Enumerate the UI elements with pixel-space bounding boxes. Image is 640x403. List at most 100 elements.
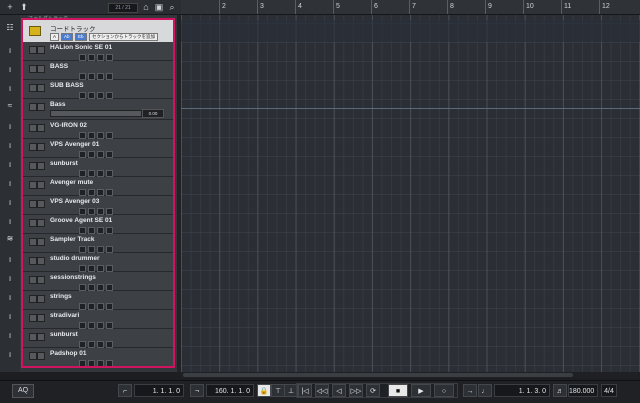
volume-fader[interactable] [50,110,142,117]
volume-value[interactable]: 0.00 [142,109,164,118]
monitor-button[interactable] [88,132,95,139]
read-button[interactable] [97,170,104,177]
read-button[interactable] [97,341,104,348]
edit-button[interactable] [106,284,113,291]
record-enable-button[interactable] [79,189,86,196]
cycle-button[interactable]: ⟳ [366,384,380,397]
signature-field[interactable]: 4/4 [601,384,617,397]
chord-eb-button[interactable]: Eb [75,33,87,41]
solo-button[interactable] [37,124,45,132]
monitor-button[interactable] [88,284,95,291]
edit-button[interactable] [106,189,113,196]
read-button[interactable] [97,189,104,196]
solo-button[interactable] [37,200,45,208]
monitor-button[interactable] [88,265,95,272]
edit-button[interactable] [106,151,113,158]
track-row[interactable]: BASS [23,61,173,80]
monitor-button[interactable] [88,341,95,348]
read-button[interactable] [97,92,104,99]
edit-button[interactable] [106,208,113,215]
read-button[interactable] [97,73,104,80]
record-enable-button[interactable] [79,360,86,367]
mute-button[interactable] [29,84,37,92]
record-enable-button[interactable] [79,246,86,253]
right-locator-icon[interactable]: ¬ [190,384,204,397]
track-row[interactable]: sunburst [23,329,173,348]
edit-button[interactable] [106,246,113,253]
monitor-button[interactable] [88,151,95,158]
click-icon[interactable]: ♬ [553,384,567,397]
read-button[interactable] [97,132,104,139]
mute-button[interactable] [29,162,37,170]
mute-button[interactable] [29,314,37,322]
solo-button[interactable] [37,238,45,246]
solo-button[interactable] [37,143,45,151]
edit-button[interactable] [106,341,113,348]
chord-ab-button[interactable]: Ab [61,33,73,41]
record-enable-button[interactable] [79,284,86,291]
record-enable-button[interactable] [79,92,86,99]
mute-button[interactable] [29,219,37,227]
chord-track-lane[interactable] [181,20,640,42]
mute-button[interactable] [29,143,37,151]
edit-button[interactable] [106,132,113,139]
read-button[interactable] [97,227,104,234]
solo-button[interactable] [37,333,45,341]
lock-icon[interactable]: 🔒 [257,384,271,397]
scroll-thumb[interactable] [183,373,573,377]
read-button[interactable] [97,208,104,215]
position-display[interactable]: 1. 1. 3. 0 [494,384,550,397]
mute-button[interactable] [29,181,37,189]
previous-marker-button[interactable]: ◁◁ [315,384,329,397]
project-arrange-area[interactable] [181,15,640,372]
mute-button[interactable] [29,46,37,54]
track-row[interactable]: HALion Sonic SE 01 [23,42,173,61]
monitor-button[interactable] [88,227,95,234]
mute-button[interactable] [29,124,37,132]
tempo-field[interactable]: 180.000 [568,384,598,397]
read-button[interactable] [97,265,104,272]
read-button[interactable] [97,151,104,158]
add-track-button[interactable]: + [4,2,16,12]
chord-track[interactable]: コードトラック A Ab Eb セクションからトラックを追加 [23,20,173,42]
home-icon[interactable]: ⌂ [140,2,152,12]
edit-button[interactable] [106,170,113,177]
edit-button[interactable] [106,54,113,61]
read-button[interactable] [97,284,104,291]
mute-button[interactable] [29,295,37,303]
record-enable-button[interactable] [79,303,86,310]
mute-button[interactable] [29,257,37,265]
search-icon[interactable]: ⌕ [166,2,178,12]
solo-button[interactable] [37,352,45,360]
solo-button[interactable] [37,181,45,189]
record-enable-button[interactable] [79,54,86,61]
record-enable-button[interactable] [79,208,86,215]
edit-button[interactable] [106,227,113,234]
mute-button[interactable] [29,333,37,341]
rewind-start-button[interactable]: |◁ [298,384,312,397]
record-enable-button[interactable] [79,322,86,329]
track-row[interactable]: studio drummer [23,253,173,272]
track-row[interactable]: stradivari [23,310,173,329]
edit-button[interactable] [106,360,113,367]
solo-button[interactable] [37,295,45,303]
solo-button[interactable] [37,84,45,92]
edit-button[interactable] [106,92,113,99]
mute-button[interactable] [29,238,37,246]
monitor-button[interactable] [88,246,95,253]
mute-button[interactable] [29,65,37,73]
rewind-button[interactable]: ◁ [332,384,346,397]
track-row[interactable]: Sampler Track [23,234,173,253]
read-button[interactable] [97,54,104,61]
record-enable-button[interactable] [79,341,86,348]
solo-button[interactable] [37,219,45,227]
monitor-button[interactable] [88,54,95,61]
punch-in-icon[interactable]: ⊤ [271,384,285,397]
mute-button[interactable] [29,352,37,360]
record-enable-button[interactable] [79,73,86,80]
track-row[interactable]: VPS Avenger 03 [23,196,173,215]
left-locator-icon[interactable]: ⌐ [118,384,132,397]
solo-button[interactable] [37,65,45,73]
chord-follow-button[interactable]: セクションからトラックを追加 [89,33,158,41]
play-button[interactable]: ▶ [411,384,431,397]
